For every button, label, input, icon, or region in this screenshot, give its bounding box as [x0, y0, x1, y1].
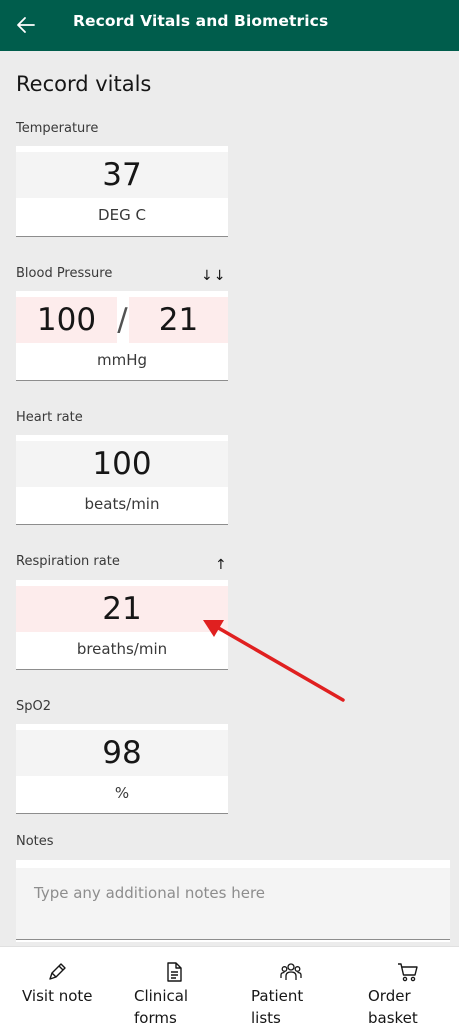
temperature-input[interactable]: 37 [16, 152, 228, 198]
spo2-card: 98 % [16, 724, 228, 814]
nav-patient-lists-label-line2: lists [251, 1009, 281, 1023]
diastolic-value: 21 [158, 302, 199, 338]
nav-order-basket[interactable]: Order basket [364, 947, 454, 1023]
blood-pressure-unit: mmHg [96, 351, 148, 369]
bp-separator: / [117, 302, 128, 338]
spo2-label: SpO2 [16, 699, 52, 714]
cart-icon [398, 963, 418, 982]
temperature-card: 37 DEG C [16, 146, 228, 237]
temperature-label: Temperature [16, 121, 99, 136]
systolic-value: 100 [36, 302, 97, 338]
nav-visit-note[interactable]: Visit note [18, 947, 113, 1023]
spo2-unit: % [114, 784, 130, 802]
blood-pressure-card: 100 / 21 mmHg [16, 291, 228, 381]
heart-rate-value: 100 [92, 446, 152, 482]
nav-patient-lists-label-line1: Patient [251, 987, 304, 1005]
temperature-value: 37 [102, 157, 142, 193]
nav-patient-lists[interactable]: Patient lists [247, 947, 337, 1023]
heart-rate-card: 100 beats/min [16, 435, 228, 525]
nav-clinical-forms-label-line2: forms [134, 1009, 177, 1023]
back-button[interactable] [14, 13, 38, 37]
systolic-input[interactable]: 100 [16, 297, 117, 343]
section-title: Record vitals [16, 72, 152, 96]
arrow-left-icon [17, 17, 35, 33]
group-icon [280, 963, 302, 980]
respiration-rate-high-flag: ↑ [215, 557, 228, 573]
respiration-rate-input[interactable]: 21 [16, 586, 228, 632]
respiration-rate-value: 21 [102, 591, 142, 627]
nav-visit-note-label: Visit note [22, 987, 93, 1005]
heart-rate-unit: beats/min [84, 495, 160, 513]
respiration-rate-unit: breaths/min [76, 640, 168, 658]
app-header: Record Vitals and Biometrics [0, 0, 459, 51]
notes-textarea[interactable] [16, 868, 450, 940]
document-icon [167, 962, 182, 982]
blood-pressure-low-flags: ↓↓ [201, 268, 227, 284]
bottom-nav: Visit note Clinical forms Patient lists … [0, 946, 459, 1023]
page-title: Record Vitals and Biometrics [73, 12, 329, 30]
heart-rate-label: Heart rate [16, 410, 83, 425]
nav-order-basket-label-line1: Order [368, 987, 411, 1005]
notes-container [16, 860, 450, 942]
blood-pressure-label: Blood Pressure [16, 266, 113, 281]
heart-rate-input[interactable]: 100 [16, 441, 228, 487]
pen-icon [49, 963, 66, 980]
notes-label: Notes [16, 834, 54, 849]
respiration-rate-label: Respiration rate [16, 554, 120, 569]
spo2-value: 98 [102, 735, 142, 771]
temperature-unit: DEG C [98, 206, 146, 224]
diastolic-input[interactable]: 21 [129, 297, 228, 343]
respiration-rate-card: 21 breaths/min [16, 580, 228, 670]
nav-clinical-forms-label-line1: Clinical [134, 987, 189, 1005]
nav-clinical-forms[interactable]: Clinical forms [130, 947, 220, 1023]
nav-order-basket-label-line2: basket [368, 1009, 418, 1023]
spo2-input[interactable]: 98 [16, 730, 228, 776]
